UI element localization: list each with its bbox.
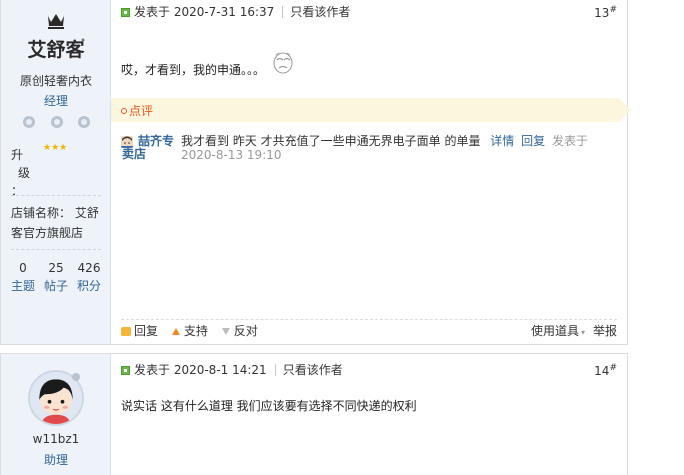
author-group[interactable]: 经理 bbox=[1, 92, 111, 109]
oppose-label: 反对 bbox=[233, 324, 258, 338]
reply-button[interactable]: 回复 bbox=[121, 322, 158, 340]
stat-value: 25 bbox=[48, 261, 64, 275]
floor-mark: # bbox=[609, 363, 617, 373]
post-content-area: 发表于 2020-8-1 14:21 只看该作者 14# 说实话 这有什么道理 我… bbox=[111, 354, 627, 475]
stat-label[interactable]: 主题 bbox=[8, 277, 38, 295]
post-header: 发表于 2020-8-1 14:21 只看该作者 bbox=[121, 361, 343, 379]
post-time: 发表于 2020-8-1 14:21 bbox=[134, 363, 267, 377]
post-13: 艾舒客 原创轻奢内衣 经理 升 级 ： ★★★ 店铺名称： 艾舒客官方旗舰店 0… bbox=[0, 0, 631, 345]
author-sidebar: w11bz1 助理 bbox=[1, 354, 111, 475]
floor-value: 14 bbox=[594, 364, 610, 378]
online-status-icon bbox=[72, 373, 80, 381]
only-author-link[interactable]: 只看该作者 bbox=[290, 5, 350, 19]
divider bbox=[11, 249, 101, 250]
stat-threads[interactable]: 0 主题 bbox=[8, 259, 38, 295]
comment-time-prefix: 发表于 bbox=[551, 134, 588, 148]
support-button[interactable]: 支持 bbox=[171, 322, 208, 340]
thumb-up-icon bbox=[171, 328, 180, 335]
medal-dot-icon bbox=[78, 116, 90, 128]
post-14: w11bz1 助理 发表于 2020-8-1 14:21 只看该作者 14# 说实… bbox=[0, 353, 628, 475]
use-item-label: 使用道具 bbox=[530, 324, 579, 338]
level-label-line: ： bbox=[11, 184, 24, 198]
comment-section-header: 点评 bbox=[111, 98, 631, 122]
comment-time: 2020-8-13 19:10 bbox=[181, 148, 282, 162]
only-author-link[interactable]: 只看该作者 bbox=[283, 363, 343, 377]
stat-value: 426 bbox=[77, 261, 101, 275]
oppose-button[interactable]: 反对 bbox=[221, 322, 258, 340]
author-group[interactable]: 助理 bbox=[1, 451, 111, 468]
stat-label[interactable]: 积分 bbox=[74, 277, 104, 295]
comment-title-text: 点评 bbox=[129, 104, 154, 118]
support-label: 支持 bbox=[183, 324, 208, 338]
emoticon-icon bbox=[273, 52, 293, 74]
comment-detail-link[interactable]: 详情 bbox=[490, 134, 514, 148]
level-label-line: 级 bbox=[18, 166, 31, 180]
medal-dot-icon bbox=[51, 116, 63, 128]
commenter-name[interactable]: 喆齐专卖店 bbox=[122, 135, 178, 161]
comment-body: 我才看到 昨天 才共充值了一些申通无界电子面单 的单量 详情 回复 发表于 20… bbox=[181, 134, 621, 162]
post-actions: 回复 支持 反对 使用道具 ▾ 举报 bbox=[121, 322, 617, 340]
floor-number[interactable]: 13# bbox=[594, 5, 617, 20]
post-message: 哎，才看到，我的申通。。。 bbox=[121, 50, 295, 78]
medal-slots bbox=[1, 116, 111, 130]
comment-bullet-icon bbox=[121, 108, 127, 114]
comment-reply-link[interactable]: 回复 bbox=[521, 134, 545, 148]
level-label-line: 升 bbox=[11, 148, 24, 162]
floor-value: 13 bbox=[594, 6, 610, 20]
logo-text: 艾舒客 bbox=[27, 38, 85, 61]
post-time: 发表于 2020-7-31 16:37 bbox=[134, 5, 275, 19]
stat-value: 0 bbox=[19, 261, 27, 275]
chevron-down-icon: ▾ bbox=[580, 328, 585, 337]
floor-mark: # bbox=[609, 5, 617, 15]
comment-text: 我才看到 昨天 才共充值了一些申通无界电子面单 的单量 bbox=[181, 134, 481, 148]
post-status-icon bbox=[121, 8, 130, 17]
post-message: 说实话 这有什么道理 我们应该要有选择不同快递的权利 bbox=[121, 399, 417, 413]
medal-dot-icon bbox=[23, 116, 35, 128]
post-status-icon bbox=[121, 366, 130, 375]
reply-label: 回复 bbox=[134, 324, 159, 338]
divider bbox=[282, 6, 284, 18]
shop-logo[interactable]: 艾舒客 bbox=[26, 10, 86, 66]
comment-title: 点评 bbox=[121, 102, 153, 119]
thumb-down-icon bbox=[221, 328, 230, 335]
divider bbox=[274, 364, 276, 376]
author-name[interactable]: w11bz1 bbox=[1, 432, 111, 446]
stat-credits[interactable]: 426 积分 bbox=[74, 259, 104, 295]
report-link[interactable]: 举报 bbox=[593, 324, 617, 338]
post-tools: 使用道具 ▾ 举报 bbox=[531, 322, 617, 342]
post-content-area: 发表于 2020-7-31 16:37 只看该作者 13# 哎，才看到，我的申通。… bbox=[111, 0, 631, 344]
stat-posts[interactable]: 25 帖子 bbox=[41, 259, 71, 295]
divider bbox=[121, 319, 617, 320]
post-text: 哎，才看到，我的申通。。。 bbox=[121, 63, 266, 77]
post-header: 发表于 2020-7-31 16:37 只看该作者 bbox=[121, 3, 350, 21]
author-sidebar: 艾舒客 原创轻奢内衣 经理 升 级 ： ★★★ 店铺名称： 艾舒客官方旗舰店 0… bbox=[1, 0, 111, 344]
stat-label[interactable]: 帖子 bbox=[41, 277, 71, 295]
floor-number[interactable]: 14# bbox=[594, 363, 617, 378]
use-item-menu[interactable]: 使用道具 ▾ bbox=[531, 324, 593, 338]
divider bbox=[11, 195, 101, 196]
author-name[interactable]: 原创轻奢内衣 bbox=[1, 72, 111, 89]
level-stars-icon: ★★★ bbox=[43, 143, 68, 153]
shop-name: 店铺名称： 艾舒客官方旗舰店 bbox=[11, 206, 99, 240]
reply-icon bbox=[121, 327, 131, 336]
level-label: 升 级 ： bbox=[11, 146, 31, 200]
